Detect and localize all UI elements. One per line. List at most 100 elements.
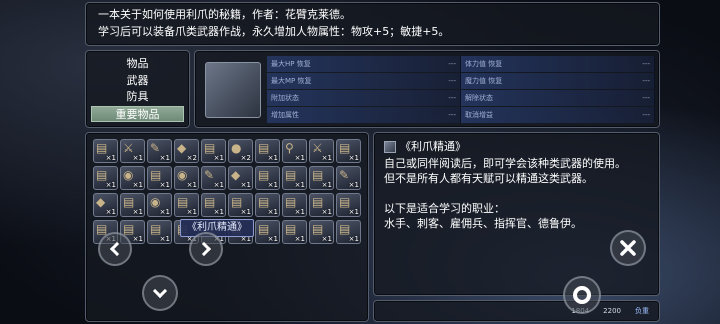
item-icon: ▤ — [312, 168, 324, 182]
inventory-slot[interactable]: ● ×2 — [228, 139, 253, 163]
inventory-slot[interactable]: ▤×1 — [93, 166, 118, 190]
item-quantity: ×1 — [186, 208, 197, 216]
inventory-slot[interactable]: ▤×1 — [228, 193, 253, 217]
page-left-button[interactable] — [98, 232, 132, 266]
item-quantity: ×1 — [348, 154, 359, 162]
item-quantity: ×1 — [132, 181, 143, 189]
detail-spacer — [384, 186, 649, 201]
inventory-slot[interactable]: ▤×1 — [309, 220, 334, 244]
item-icon: ▤ — [123, 222, 135, 236]
item-stats-panel: 最大HP 恢复 --- 体力值 恢复 --- 最大MP 恢复 --- 魔力值 恢复 --… — [194, 50, 660, 128]
item-icon: ▤ — [312, 195, 324, 209]
inventory-slot[interactable]: ▤×1 — [255, 193, 280, 217]
description-line-2: 学习后可以装备爪类武器作战，永久增加人物属性：物攻+5；敏捷+5。 — [98, 25, 450, 38]
inventory-slot[interactable]: ▤×1 — [309, 193, 334, 217]
item-icon: ⚔ — [312, 141, 323, 155]
item-quantity: ×1 — [294, 154, 305, 162]
tab-items[interactable]: 物品 — [91, 56, 184, 73]
inventory-slot[interactable]: ▤×1 — [309, 166, 334, 190]
stat-remove-status: 解除状态 --- — [461, 90, 655, 106]
item-detail-panel: 《利爪精通》 自己或同伴阅读后，即可学会该种类武器的使用。 但不是所有人都有天赋… — [373, 132, 660, 296]
inventory-slot[interactable]: ▤×1 — [282, 220, 307, 244]
item-icon: ✎ — [150, 141, 161, 155]
item-quantity: ×1 — [159, 181, 170, 189]
item-quantity: ×1 — [321, 235, 332, 243]
item-icon: ◆ — [231, 168, 241, 182]
item-quantity: ×1 — [240, 181, 251, 189]
scroll-down-button[interactable] — [142, 275, 178, 311]
item-icon: ▤ — [123, 195, 135, 209]
inventory-slot[interactable]: ◆ ×1 — [228, 166, 253, 190]
item-icon: ▤ — [258, 195, 270, 209]
item-quantity: ×1 — [321, 208, 332, 216]
inventory-slot[interactable]: ▤×1 — [147, 220, 172, 244]
inventory-slot[interactable]: ▤×1 — [147, 166, 172, 190]
stat-add-attribute: 增加属性 --- — [267, 107, 461, 123]
inventory-slot[interactable]: ◆ ×2 — [174, 139, 199, 163]
inventory-slot[interactable]: ▤×1 — [201, 139, 226, 163]
chevron-right-icon — [196, 241, 212, 257]
item-icon: ✎ — [204, 168, 215, 182]
stat-cancel-buff: 取消增益 --- — [461, 107, 655, 123]
item-quantity: ×1 — [159, 208, 170, 216]
item-icon: ▤ — [339, 141, 351, 155]
item-description-panel: 一本关于如何使用利爪的秘籍，作者：花臂克莱德。 学习后可以装备爪类武器作战，永久… — [85, 2, 660, 46]
item-icon: ▤ — [285, 222, 297, 236]
item-quantity: ×1 — [348, 235, 359, 243]
inventory-slot[interactable]: ▤×1 — [201, 193, 226, 217]
item-quantity: ×1 — [240, 208, 251, 216]
inventory-slot[interactable]: ✎ ×1 — [336, 166, 361, 190]
item-icon: ▤ — [258, 222, 270, 236]
tab-key-items[interactable]: 重要物品 — [91, 105, 184, 122]
inventory-slot[interactable]: ⚲ ×1 — [282, 139, 307, 163]
inventory-slot[interactable]: ▤×1 — [255, 220, 280, 244]
item-icon: ◉ — [123, 168, 134, 182]
item-quantity: ×2 — [186, 154, 197, 162]
page-right-button[interactable] — [189, 232, 223, 266]
item-quantity: ×1 — [348, 208, 359, 216]
inventory-slot[interactable]: ⚔ ×1 — [120, 139, 145, 163]
item-icon: ▤ — [150, 168, 162, 182]
item-icon: ▤ — [258, 141, 270, 155]
detail-line-3: 以下是适合学习的职业： — [384, 202, 505, 215]
item-icon: ◉ — [150, 195, 161, 209]
item-icon: ▤ — [231, 195, 243, 209]
inventory-slot[interactable]: ▤×1 — [120, 193, 145, 217]
inventory-slot[interactable]: ◉ ×1 — [174, 166, 199, 190]
inventory-slot[interactable]: ▤×1 — [255, 166, 280, 190]
item-quantity: ×1 — [321, 154, 332, 162]
detail-line-4: 水手、刺客、雇佣兵、指挥官、德鲁伊。 — [384, 217, 582, 230]
item-icon: ▤ — [285, 168, 297, 182]
book-icon — [384, 140, 396, 153]
inventory-slot[interactable]: ⚔ ×1 — [309, 139, 334, 163]
inventory-slot[interactable]: ◉ ×1 — [120, 166, 145, 190]
item-quantity: ×1 — [294, 181, 305, 189]
item-icon: ▤ — [204, 195, 216, 209]
inventory-slot[interactable]: ✎ ×1 — [147, 139, 172, 163]
inventory-slot[interactable]: ▤×1 — [336, 139, 361, 163]
inventory-slot[interactable]: ◆ ×1 — [93, 193, 118, 217]
item-quantity: ×1 — [213, 181, 224, 189]
item-quantity: ×1 — [105, 154, 116, 162]
inventory-slot[interactable]: ▤×1 — [282, 166, 307, 190]
item-quantity: ×1 — [105, 181, 116, 189]
inventory-slot[interactable]: ✎ ×1 — [201, 166, 226, 190]
item-quantity: ×1 — [321, 181, 332, 189]
stat-row: 附加状态 --- 解除状态 --- — [267, 90, 655, 106]
inventory-slot[interactable]: ▤×1 — [93, 139, 118, 163]
stat-max-mp: 最大MP 恢复 --- — [267, 73, 461, 89]
weight-label: 负重 — [635, 307, 649, 315]
item-icon: ▤ — [204, 141, 216, 155]
tab-armor[interactable]: 防具 — [91, 89, 184, 106]
inventory-slot[interactable]: ▤×1 — [255, 139, 280, 163]
item-quantity: ×1 — [213, 154, 224, 162]
tab-weapons[interactable]: 武器 — [91, 73, 184, 90]
inventory-slot[interactable]: ▤×1 — [336, 193, 361, 217]
inventory-slot[interactable]: ▤×1 — [336, 220, 361, 244]
confirm-button[interactable] — [563, 276, 601, 314]
inventory-slot[interactable]: ◉ ×1 — [147, 193, 172, 217]
item-quantity: ×1 — [267, 181, 278, 189]
close-button[interactable] — [610, 230, 646, 266]
inventory-slot[interactable]: ▤×1 — [282, 193, 307, 217]
inventory-slot[interactable]: ▤×1 — [174, 193, 199, 217]
